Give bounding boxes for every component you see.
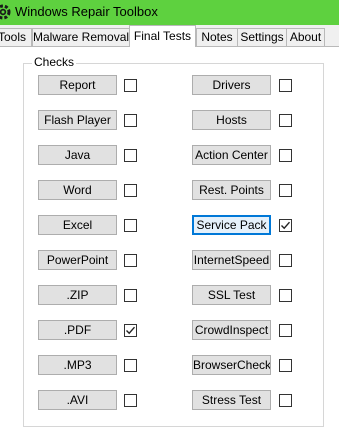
tab-label: Tools [0, 30, 26, 44]
pdf-checkbox[interactable] [124, 324, 137, 337]
word-button[interactable]: Word [38, 180, 117, 200]
zip-button[interactable]: .ZIP [38, 285, 117, 305]
hosts-button[interactable]: Hosts [192, 110, 271, 130]
powerpoint-checkbox[interactable] [124, 254, 137, 267]
gear-icon [0, 4, 11, 20]
tab-label: About [289, 30, 322, 44]
internetspeed-button[interactable]: InternetSpeed [192, 250, 271, 270]
browsercheck-checkbox[interactable] [279, 359, 292, 372]
flash-player-checkbox[interactable] [124, 114, 137, 127]
tab-tools[interactable]: Tools [0, 28, 32, 46]
drivers-checkbox[interactable] [279, 79, 292, 92]
final-tests-panel: Checks Report Flash Player Java Word Excel Po… [0, 46, 339, 432]
stress-test-button[interactable]: Stress Test [192, 390, 271, 410]
tab-final-tests[interactable]: Final Tests [129, 25, 196, 47]
tab-label: Malware Removal [33, 30, 130, 44]
stress-test-checkbox[interactable] [279, 394, 292, 407]
rest-points-button[interactable]: Rest. Points [192, 180, 271, 200]
tab-label: Final Tests [133, 29, 192, 43]
browsercheck-button[interactable]: BrowserCheck [192, 355, 271, 375]
ssl-test-button[interactable]: SSL Test [192, 285, 271, 305]
excel-checkbox[interactable] [124, 219, 137, 232]
checkmark-icon [126, 326, 136, 335]
tab-label: Settings [240, 30, 284, 44]
tab-notes[interactable]: Notes [196, 28, 238, 46]
report-button[interactable]: Report [38, 75, 117, 95]
zip-checkbox[interactable] [124, 289, 137, 302]
excel-button[interactable]: Excel [38, 215, 117, 235]
internetspeed-checkbox[interactable] [279, 254, 292, 267]
hosts-checkbox[interactable] [279, 114, 292, 127]
mp3-button[interactable]: .MP3 [38, 355, 117, 375]
tab-label: Notes [201, 30, 233, 44]
action-center-checkbox[interactable] [279, 149, 292, 162]
tab-malware-removal[interactable]: Malware Removal [32, 28, 130, 46]
rest-points-checkbox[interactable] [279, 184, 292, 197]
action-center-button[interactable]: Action Center [192, 145, 271, 165]
service-pack-checkbox[interactable] [279, 219, 292, 232]
drivers-button[interactable]: Drivers [192, 75, 271, 95]
tab-about[interactable]: About [286, 28, 325, 46]
avi-button[interactable]: .AVI [38, 390, 117, 410]
powerpoint-button[interactable]: PowerPoint [38, 250, 117, 270]
crowdinspect-checkbox[interactable] [279, 324, 292, 337]
checks-group-label: Checks [32, 55, 77, 69]
pdf-button[interactable]: .PDF [38, 320, 117, 340]
flash-player-button[interactable]: Flash Player [38, 110, 117, 130]
window-title: Windows Repair Toolbox [15, 4, 158, 19]
word-checkbox[interactable] [124, 184, 137, 197]
java-button[interactable]: Java [38, 145, 117, 165]
title-bar[interactable]: Windows Repair Toolbox [0, 0, 339, 25]
avi-checkbox[interactable] [124, 394, 137, 407]
tab-settings[interactable]: Settings [237, 28, 287, 46]
ssl-test-checkbox[interactable] [279, 289, 292, 302]
crowdinspect-button[interactable]: CrowdInspect [192, 320, 271, 340]
checkmark-icon [281, 221, 291, 230]
java-checkbox[interactable] [124, 149, 137, 162]
mp3-checkbox[interactable] [124, 359, 137, 372]
tab-strip: Tools Malware Removal Final Tests Notes … [0, 25, 339, 47]
report-checkbox[interactable] [124, 79, 137, 92]
service-pack-button[interactable]: Service Pack [192, 215, 271, 235]
